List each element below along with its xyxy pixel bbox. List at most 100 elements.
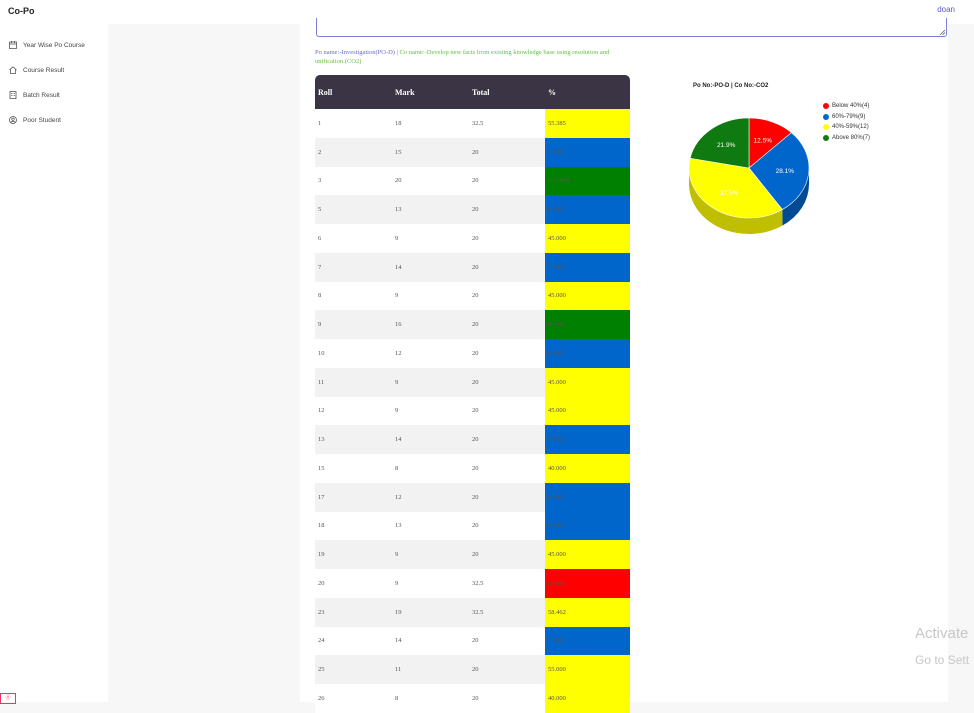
cell-roll: 8 [315,281,392,311]
legend-item[interactable]: Above 80%(7) [823,133,870,144]
table-row: 20 9 32.5 27.692 [315,569,630,598]
cell-roll: 24 [315,626,392,656]
cell-roll: 13 [315,425,392,454]
legend-color-dot [823,103,829,110]
table-row: 8 9 20 45.000 [315,281,630,311]
activation-watermark-line2: Go to Sett [915,653,970,667]
table-row: 23 19 32.5 58.462 [315,597,630,627]
table-row: 6 9 20 45.000 [315,224,630,253]
legend-item[interactable]: Below 40%(4) [823,101,870,112]
column-header-roll: Roll [315,75,392,109]
cell-roll: 25 [315,655,392,684]
cell-pct: 60.000 [545,482,630,512]
cell-mark: 12 [392,482,469,512]
cell-total: 20 [469,137,545,167]
app-title[interactable]: Co-Po [8,6,35,16]
cell-pct: 45.000 [545,396,630,426]
cell-total: 20 [469,655,545,684]
cell-roll: 11 [315,367,392,397]
legend-label: 60%-79%(9) [832,113,866,120]
cell-pct: 27.692 [545,569,630,598]
activation-watermark-line1: Activate [915,625,969,642]
cell-mark: 14 [392,425,469,454]
cell-pct: 40.000 [545,684,630,713]
cell-mark: 11 [392,655,469,684]
table-row: 9 16 20 80.000 [315,310,630,339]
cell-total: 20 [469,339,545,368]
cell-mark: 13 [392,511,469,541]
sidebar-item-label: Course Result [23,66,65,74]
sidebar-item-course-result[interactable]: Course Result [8,63,64,77]
cell-pct: 75.000 [545,137,630,167]
table-row: 3 20 20 100.000 [315,166,630,196]
legend-color-dot [823,124,829,131]
remarks-textarea[interactable] [316,18,947,37]
cell-mark: 12 [392,339,469,368]
cell-roll: 5 [315,195,392,224]
sidebar-item-batch-result[interactable]: Batch Result [8,88,60,102]
user-menu[interactable]: doan [937,5,955,14]
sidebar-item-year-wise-po-course[interactable]: Year Wise Po Course [8,38,85,52]
table-row: 10 12 20 60.000 [315,339,630,368]
cell-total: 20 [469,626,545,656]
cell-roll: 2 [315,137,392,167]
corner-badge: Ⓧ [0,693,16,704]
pie-slice-label: 28.1% [776,168,795,175]
cell-total: 20 [469,224,545,253]
cell-total: 20 [469,166,545,196]
cell-pct: 65.000 [545,511,630,541]
cell-total: 20 [469,195,545,224]
cell-total: 20 [469,540,545,569]
cell-pct: 55.000 [545,655,630,684]
resize-grip-icon[interactable] [939,29,945,35]
cell-roll: 17 [315,482,392,512]
cell-pct: 80.000 [545,310,630,339]
cell-total: 20 [469,396,545,426]
cell-pct: 60.000 [545,339,630,368]
cell-roll: 1 [315,109,392,138]
cell-roll: 20 [315,569,392,598]
cell-pct: 58.462 [545,597,630,627]
cell-total: 32.5 [469,109,545,138]
cell-pct: 70.000 [545,626,630,656]
legend-color-dot [823,113,829,120]
cell-mark: 19 [392,597,469,627]
table-row: 2 15 20 75.000 [315,137,630,167]
legend-label: Below 40%(4) [832,103,870,110]
cell-mark: 8 [392,684,469,713]
po-co-description: Po name:-Investigation(PO-D) | Co name:-… [315,48,615,66]
legend-color-dot [823,134,829,141]
column-header-total: Total [469,75,545,109]
cell-roll: 23 [315,597,392,627]
cell-mark: 9 [392,367,469,397]
cell-mark: 8 [392,454,469,483]
cell-total: 32.5 [469,569,545,598]
table-row: 26 8 20 40.000 [315,684,630,713]
cell-mark: 9 [392,224,469,253]
cell-total: 20 [469,367,545,397]
column-header-percent: % [545,75,630,109]
cell-mark: 9 [392,396,469,426]
cell-pct: 45.000 [545,281,630,311]
column-header-mark: Mark [392,75,469,109]
table-row: 1 18 32.5 55.385 [315,109,630,138]
results-table: Roll Mark Total % 1 18 32.5 55.385 2 15 20 75.0… [315,75,630,713]
sidebar-item-poor-student[interactable]: Poor Student [8,113,61,127]
legend-label: 40%-59%(12) [832,124,869,131]
cell-mark: 15 [392,137,469,167]
sidebar-item-label: Year Wise Po Course [23,41,85,49]
legend-item[interactable]: 40%-59%(12) [823,122,870,133]
cell-roll: 6 [315,224,392,253]
chart-title: Po No:-PO-D | Co No:-CO2 [693,83,769,89]
legend-item[interactable]: 60%-79%(9) [823,112,870,123]
table-row: 12 9 20 45.000 [315,396,630,426]
table-row: 25 11 20 55.000 [315,655,630,684]
chart-legend: Below 40%(4) 60%-79%(9) 40%-59%(12) Above 8… [823,101,870,143]
cell-mark: 9 [392,281,469,311]
table-header-row: Roll Mark Total % [315,75,630,109]
cell-total: 20 [469,281,545,311]
cell-total: 20 [469,425,545,454]
calendar-icon [8,41,17,50]
user-circle-icon [8,116,17,125]
table-body: 1 18 32.5 55.385 2 15 20 75.000 3 20 20 100.000 5 13 2… [315,109,630,713]
